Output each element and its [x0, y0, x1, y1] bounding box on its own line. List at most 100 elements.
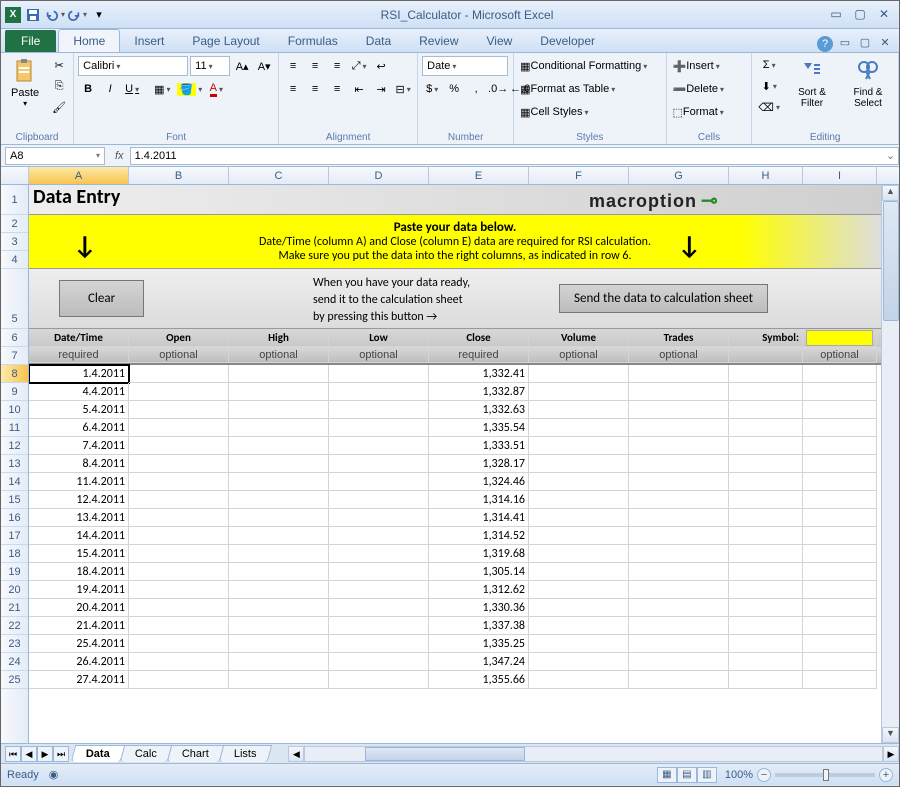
sort-filter-button[interactable]: Sort & Filter — [786, 55, 838, 111]
cell-H11[interactable] — [729, 419, 803, 437]
scroll-down-icon[interactable]: ▼ — [882, 727, 899, 743]
cell-E22[interactable]: 1,337.38 — [429, 617, 529, 635]
cell-E21[interactable]: 1,330.36 — [429, 599, 529, 617]
cell-C14[interactable] — [229, 473, 329, 491]
fill-icon[interactable]: ⬇ — [756, 76, 782, 96]
cell-D21[interactable] — [329, 599, 429, 617]
cell-E8[interactable]: 1,332.41 — [429, 365, 529, 383]
cut-icon[interactable]: ✂ — [49, 55, 69, 75]
expand-formula-bar-icon[interactable]: ⌄ — [883, 147, 899, 165]
cell-G21[interactable] — [629, 599, 729, 617]
cell-G8[interactable] — [629, 365, 729, 383]
cell-B8[interactable] — [129, 365, 229, 383]
cell-E23[interactable]: 1,335.25 — [429, 635, 529, 653]
align-right-icon[interactable]: ≡ — [327, 79, 347, 99]
cell-D18[interactable] — [329, 545, 429, 563]
cell-H24[interactable] — [729, 653, 803, 671]
cell-F12[interactable] — [529, 437, 629, 455]
cell-A25[interactable]: 27.4.2011 — [29, 671, 129, 689]
prev-sheet-icon[interactable]: ◀ — [21, 746, 37, 762]
cell-E25[interactable]: 1,355.66 — [429, 671, 529, 689]
cell-I8[interactable] — [803, 365, 877, 383]
cell-C23[interactable] — [229, 635, 329, 653]
page-break-view-icon[interactable]: ▥ — [697, 767, 717, 783]
cell-G22[interactable] — [629, 617, 729, 635]
cell-F10[interactable] — [529, 401, 629, 419]
cell-H23[interactable] — [729, 635, 803, 653]
cell-I13[interactable] — [803, 455, 877, 473]
cell-E18[interactable]: 1,319.68 — [429, 545, 529, 563]
cell-D24[interactable] — [329, 653, 429, 671]
send-data-button[interactable]: Send the data to calculation sheet — [559, 284, 768, 314]
cell-H22[interactable] — [729, 617, 803, 635]
cell-A20[interactable]: 19.4.2011 — [29, 581, 129, 599]
cell-G9[interactable] — [629, 383, 729, 401]
sheet-tab-data[interactable]: Data — [71, 745, 125, 762]
cell-G23[interactable] — [629, 635, 729, 653]
cell-F14[interactable] — [529, 473, 629, 491]
restore-window-icon[interactable]: ▢ — [857, 36, 873, 52]
cell-A10[interactable]: 5.4.2011 — [29, 401, 129, 419]
cell-A18[interactable]: 15.4.2011 — [29, 545, 129, 563]
page-layout-view-icon[interactable]: ▤ — [677, 767, 697, 783]
cell-F13[interactable] — [529, 455, 629, 473]
cell-G19[interactable] — [629, 563, 729, 581]
col-header-f[interactable]: F — [529, 167, 629, 184]
cell-D17[interactable] — [329, 527, 429, 545]
increase-font-icon[interactable]: A▴ — [232, 56, 252, 76]
row-header-9[interactable]: 9 — [1, 383, 28, 401]
minimize-icon[interactable]: ▭ — [825, 7, 847, 23]
cell-G11[interactable] — [629, 419, 729, 437]
cell-H19[interactable] — [729, 563, 803, 581]
cell-A13[interactable]: 8.4.2011 — [29, 455, 129, 473]
decrease-font-icon[interactable]: A▾ — [254, 56, 274, 76]
cell-G25[interactable] — [629, 671, 729, 689]
row-header-19[interactable]: 19 — [1, 563, 28, 581]
cell-D10[interactable] — [329, 401, 429, 419]
cell-G14[interactable] — [629, 473, 729, 491]
cell-F25[interactable] — [529, 671, 629, 689]
cell-A19[interactable]: 18.4.2011 — [29, 563, 129, 581]
symbol-input-cell[interactable] — [803, 329, 877, 347]
bold-button[interactable]: B — [78, 79, 98, 99]
cell-G16[interactable] — [629, 509, 729, 527]
wrap-text-icon[interactable]: ↩ — [371, 56, 391, 76]
qat-customize-icon[interactable]: ▾ — [89, 5, 109, 25]
align-left-icon[interactable]: ≡ — [283, 79, 303, 99]
cell-I20[interactable] — [803, 581, 877, 599]
cell-G13[interactable] — [629, 455, 729, 473]
maximize-icon[interactable]: ▢ — [849, 7, 871, 23]
cell-D12[interactable] — [329, 437, 429, 455]
row-header-16[interactable]: 16 — [1, 509, 28, 527]
col-header-d[interactable]: D — [329, 167, 429, 184]
cell-A12[interactable]: 7.4.2011 — [29, 437, 129, 455]
cell-A14[interactable]: 11.4.2011 — [29, 473, 129, 491]
zoom-level[interactable]: 100% — [725, 769, 753, 781]
cell-C9[interactable] — [229, 383, 329, 401]
cell-E14[interactable]: 1,324.46 — [429, 473, 529, 491]
fill-color-icon[interactable]: 🪣 — [175, 79, 205, 99]
row-header-3[interactable]: 3 — [1, 233, 28, 251]
cell-F21[interactable] — [529, 599, 629, 617]
cell-I14[interactable] — [803, 473, 877, 491]
cell-G12[interactable] — [629, 437, 729, 455]
cell-F18[interactable] — [529, 545, 629, 563]
cell-G18[interactable] — [629, 545, 729, 563]
tab-data[interactable]: Data — [352, 30, 405, 52]
number-format-select[interactable]: Date — [422, 56, 508, 76]
border-icon[interactable]: ▦ — [152, 79, 172, 99]
cell-I23[interactable] — [803, 635, 877, 653]
cell-B15[interactable] — [129, 491, 229, 509]
cell-B16[interactable] — [129, 509, 229, 527]
undo-icon[interactable] — [45, 5, 65, 25]
cell-I18[interactable] — [803, 545, 877, 563]
clear-button[interactable]: Clear — [59, 280, 144, 318]
cell-C13[interactable] — [229, 455, 329, 473]
cell-D13[interactable] — [329, 455, 429, 473]
cell-C21[interactable] — [229, 599, 329, 617]
row-header-4[interactable]: 4 — [1, 251, 28, 269]
col-header-c[interactable]: C — [229, 167, 329, 184]
cell-H16[interactable] — [729, 509, 803, 527]
copy-icon[interactable]: ⎘ — [49, 76, 69, 96]
cell-G17[interactable] — [629, 527, 729, 545]
